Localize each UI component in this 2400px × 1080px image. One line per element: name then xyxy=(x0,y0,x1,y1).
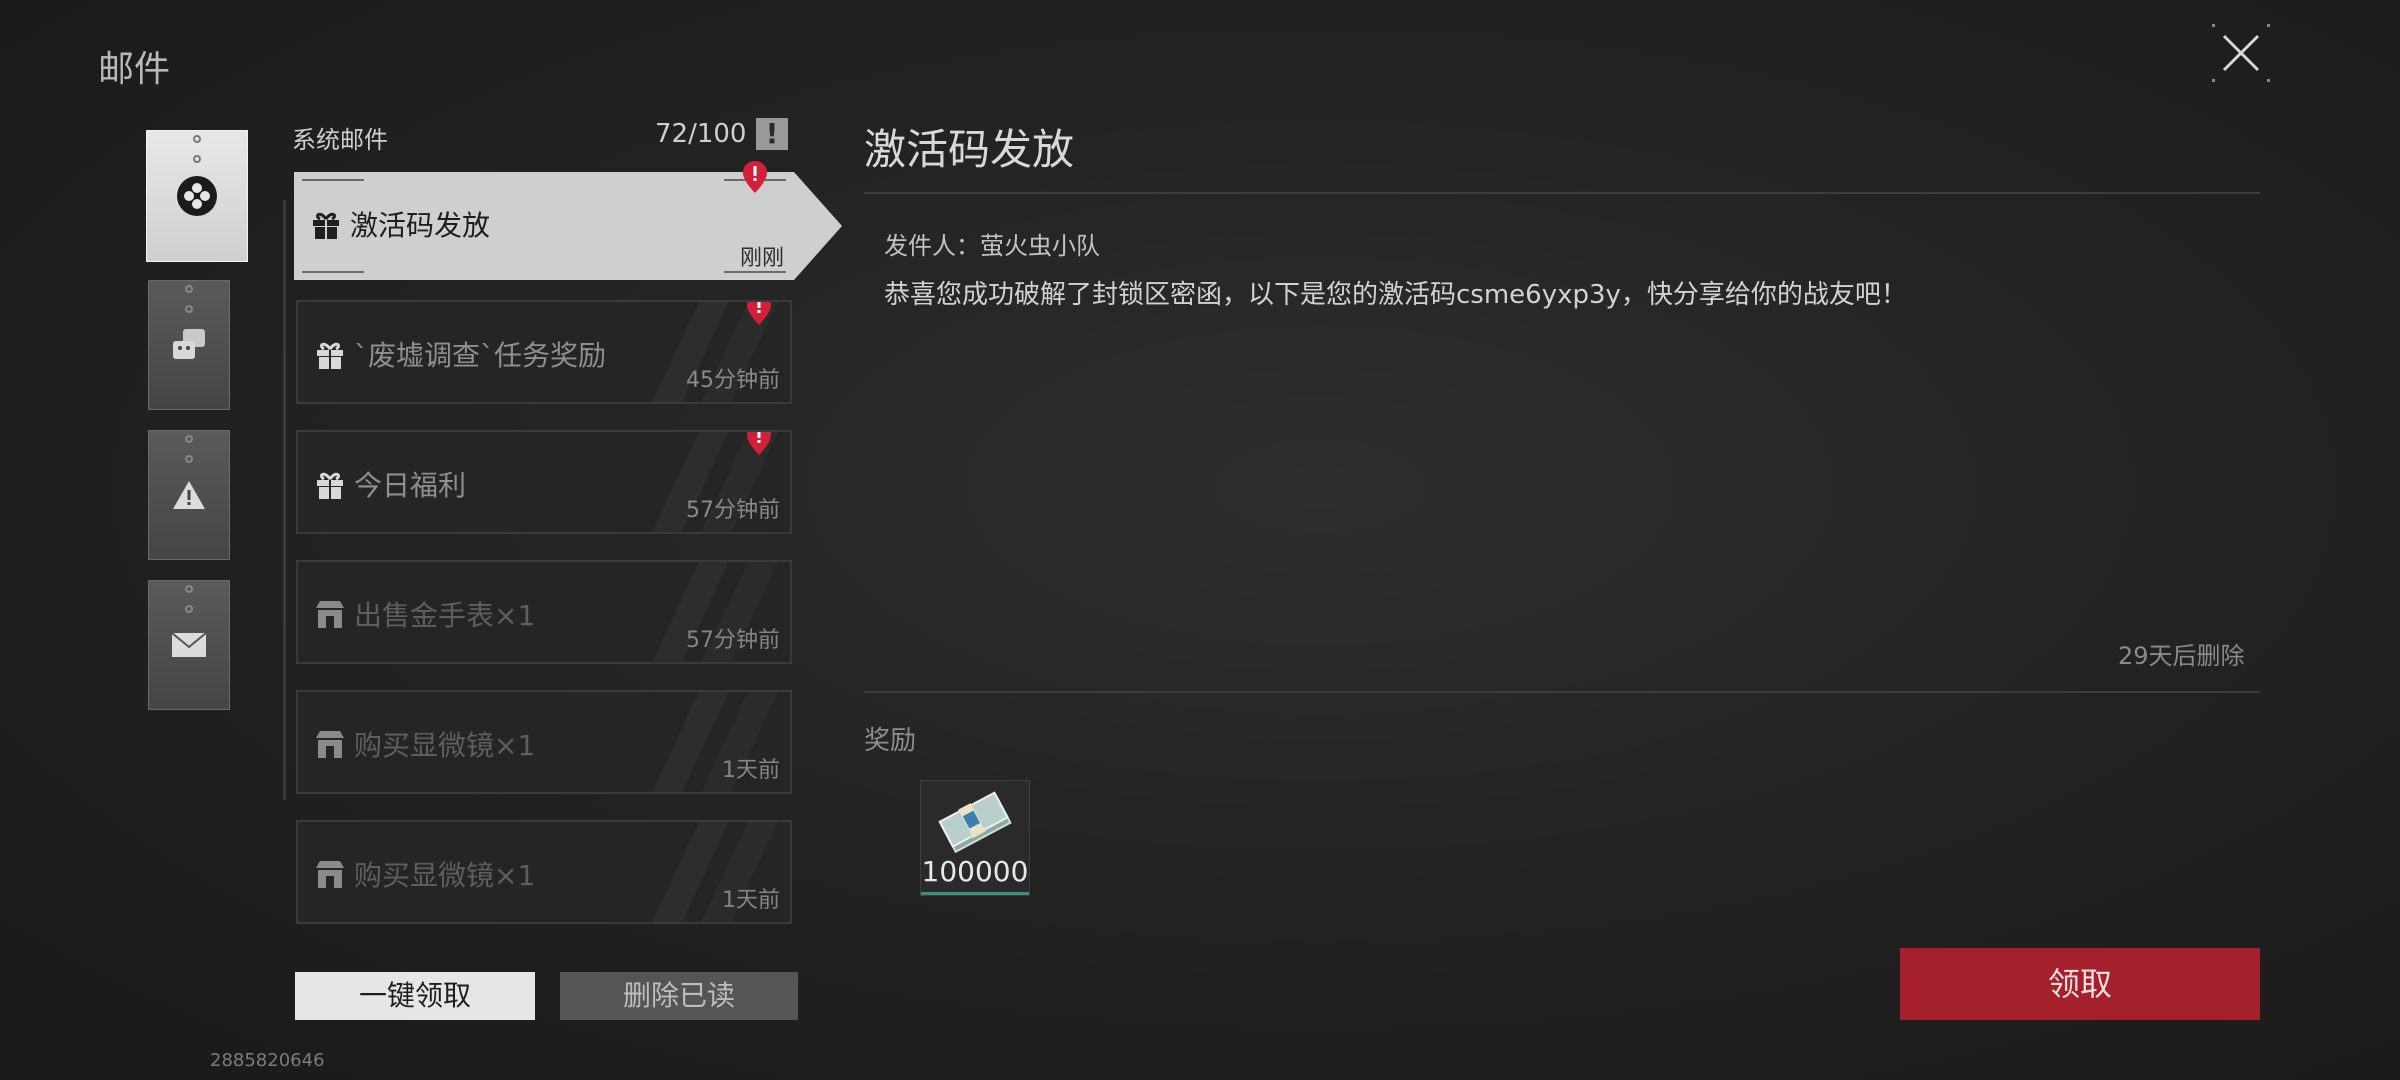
mail-item-title: 激活码发放 xyxy=(350,209,491,242)
mail-item-time: 57分钟前 xyxy=(686,498,780,523)
envelope-icon xyxy=(171,632,207,657)
cash-bundle-icon xyxy=(938,791,1012,854)
delete-read-button[interactable]: 删除已读 xyxy=(560,972,798,1020)
detail-divider-top xyxy=(864,192,2260,194)
claim-all-button[interactable]: 一键领取 xyxy=(295,972,535,1020)
category-tab-system[interactable] xyxy=(146,130,248,262)
shop-icon xyxy=(316,731,344,758)
gift-icon xyxy=(313,212,339,239)
mail-item[interactable]: 今日福利 57分钟前 xyxy=(296,430,792,534)
mail-item[interactable]: 购买显微镜×1 1天前 xyxy=(296,690,792,794)
mail-item-time: 45分钟前 xyxy=(686,368,780,393)
mail-item-title: 购买显微镜×1 xyxy=(354,859,536,892)
user-id: 2885820646 xyxy=(210,1050,325,1071)
shop-icon xyxy=(316,861,344,888)
mail-item-time: 刚刚 xyxy=(739,246,784,271)
detail-sender: 发件人：萤火虫小队 xyxy=(884,232,1100,260)
mail-item-title: `废墟调查`任务奖励 xyxy=(354,339,607,372)
mail-item[interactable]: `废墟调查`任务奖励 45分钟前 xyxy=(296,300,792,404)
mail-item[interactable]: 购买显微镜×1 1天前 xyxy=(296,820,792,924)
unread-badge-icon xyxy=(747,432,771,455)
unread-badge-icon xyxy=(747,302,771,325)
unread-badge-icon xyxy=(743,161,767,193)
category-tab-social[interactable] xyxy=(148,280,230,410)
rail-divider xyxy=(283,200,286,800)
detail-title: 激活码发放 xyxy=(864,125,1075,174)
close-button[interactable] xyxy=(2210,22,2272,84)
mail-item[interactable]: 出售金手表×1 57分钟前 xyxy=(296,560,792,664)
reward-label: 奖励 xyxy=(864,726,917,756)
claim-button[interactable]: 领取 xyxy=(1900,948,2260,1020)
shop-icon xyxy=(316,601,344,628)
warning-icon xyxy=(173,481,205,509)
detail-divider-bottom xyxy=(864,691,2260,693)
mail-list-title: 系统邮件 xyxy=(292,126,388,154)
reward-amount: 100000 xyxy=(921,855,1029,888)
gift-icon xyxy=(317,472,343,499)
close-icon xyxy=(2212,24,2270,82)
mail-item-title: 今日福利 xyxy=(354,469,467,502)
gift-icon xyxy=(317,342,343,369)
reward-item[interactable]: 100000 xyxy=(920,780,1030,896)
mail-item-title: 购买显微镜×1 xyxy=(354,729,536,762)
mail-count: 72/100 xyxy=(655,119,747,149)
expire-notice: 29天后删除 xyxy=(2118,642,2245,670)
flower-icon xyxy=(177,176,217,216)
chat-faces-icon xyxy=(173,329,205,359)
category-tab-alert[interactable] xyxy=(148,430,230,560)
page-title: 邮件 xyxy=(98,49,171,90)
category-tab-message[interactable] xyxy=(148,580,230,710)
mail-item-time: 1天前 xyxy=(722,888,780,913)
mail-item-title: 出售金手表×1 xyxy=(354,599,536,632)
mail-item[interactable]: 激活码发放 刚刚 xyxy=(294,161,842,280)
exclamation-icon[interactable]: ! xyxy=(756,118,788,150)
mail-item-time: 1天前 xyxy=(722,758,780,783)
mail-item-time: 57分钟前 xyxy=(686,628,780,653)
reward-rarity-stripe xyxy=(921,892,1029,895)
detail-body: 恭喜您成功破解了封锁区密函，以下是您的激活码csme6yxp3y，快分享给你的战… xyxy=(884,280,1907,310)
